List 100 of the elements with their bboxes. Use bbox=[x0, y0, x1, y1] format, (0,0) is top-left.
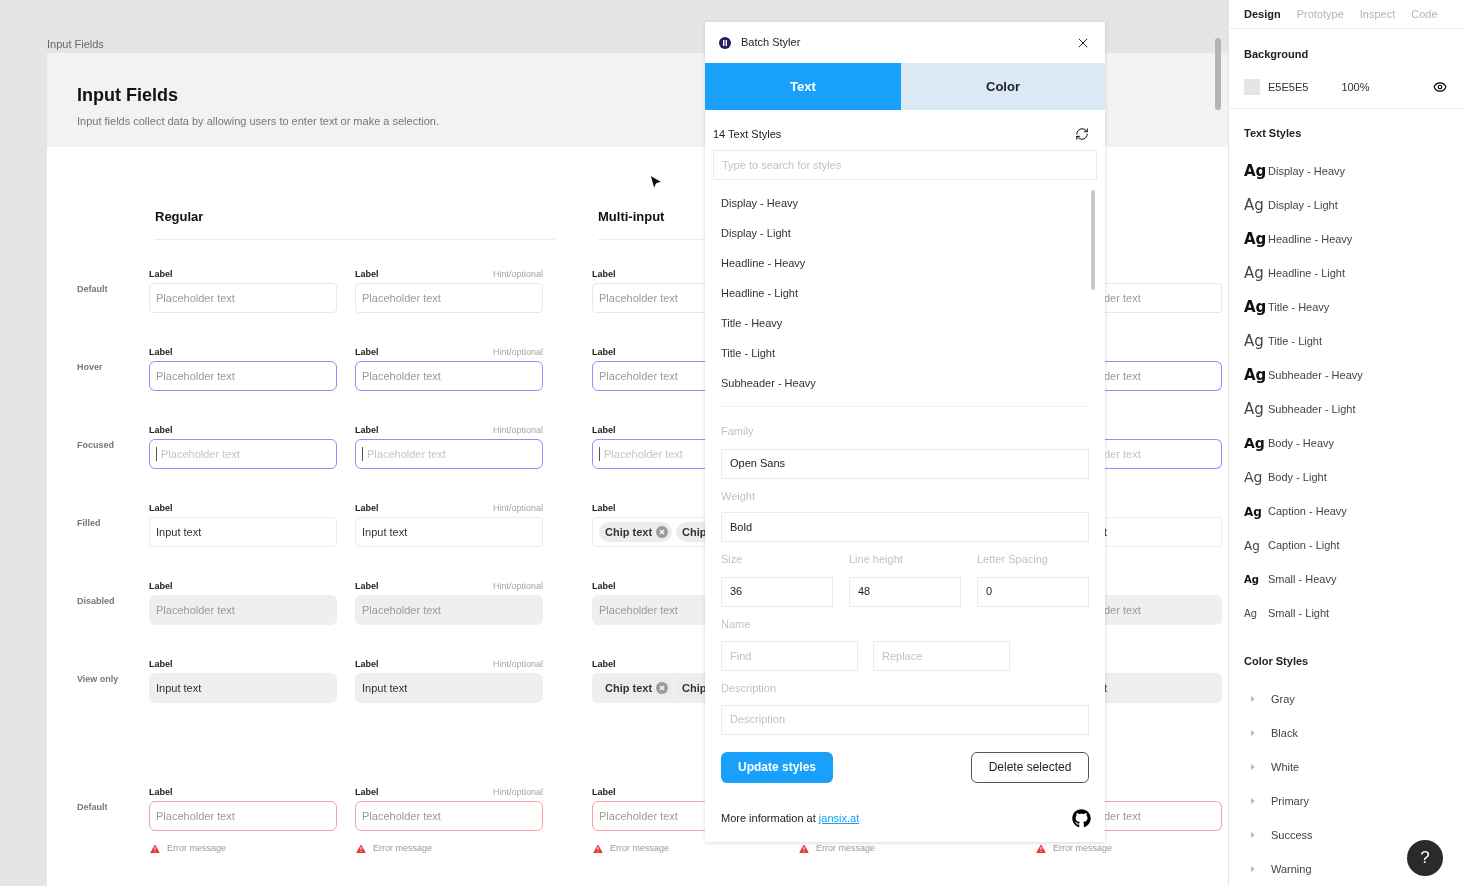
color-style-item[interactable]: Success bbox=[1244, 818, 1364, 852]
input-field[interactable]: Input text bbox=[355, 517, 543, 547]
type-sample: Ag bbox=[1244, 331, 1265, 353]
color-style-item[interactable]: Black bbox=[1244, 716, 1364, 750]
family-field[interactable]: Open Sans bbox=[721, 448, 1089, 479]
text-style-item[interactable]: Ag Body - Light bbox=[1244, 460, 1447, 495]
color-swatch[interactable] bbox=[1244, 79, 1260, 95]
text-style-item[interactable]: Ag Caption - Heavy bbox=[1244, 494, 1447, 529]
text-style-item[interactable]: Ag Subheader - Heavy bbox=[1244, 358, 1447, 393]
color-style-item[interactable]: Primary bbox=[1244, 784, 1364, 818]
text-style-item[interactable]: Ag Small - Heavy bbox=[1244, 562, 1447, 597]
input-field[interactable]: Input text bbox=[149, 673, 337, 703]
help-button[interactable]: ? bbox=[1407, 840, 1443, 876]
warning-icon bbox=[1035, 842, 1047, 855]
text-style-item[interactable]: Ag Headline - Heavy bbox=[1244, 222, 1447, 257]
color-style-item[interactable]: White bbox=[1244, 750, 1364, 784]
field-label: Label bbox=[149, 786, 173, 800]
text-style-item[interactable]: Ag Display - Heavy bbox=[1244, 154, 1447, 189]
hint-text: Hint/optional bbox=[492, 346, 543, 360]
field-label: Label bbox=[355, 658, 379, 672]
field-label: Description bbox=[721, 681, 778, 696]
color-style-item[interactable]: Warning bbox=[1244, 852, 1364, 886]
type-sample: Ag bbox=[1244, 503, 1263, 521]
color-style-item[interactable]: Gray bbox=[1244, 682, 1364, 716]
weight-field[interactable]: Bold bbox=[721, 512, 1089, 542]
field-label: Label bbox=[592, 659, 616, 672]
number-field[interactable]: 48 bbox=[849, 576, 961, 607]
error-message: Error message bbox=[816, 842, 876, 855]
caret-icon[interactable] bbox=[1251, 798, 1255, 804]
field-label: Label bbox=[355, 580, 379, 594]
github-icon[interactable] bbox=[1072, 808, 1091, 828]
text-style-item[interactable]: Ag Display - Light bbox=[1244, 188, 1447, 223]
hint-text: Hint/optional bbox=[492, 786, 543, 800]
caret-icon[interactable] bbox=[1251, 832, 1255, 838]
style-list-item[interactable]: Display - Light bbox=[721, 218, 1089, 248]
text-style-item[interactable]: Ag Caption - Light bbox=[1244, 528, 1447, 563]
type-sample: Ag bbox=[1244, 537, 1261, 555]
hint-text: Hint/optional bbox=[492, 658, 543, 672]
footer-text: More information at jansix.at bbox=[721, 810, 860, 826]
cursor-icon bbox=[649, 174, 663, 191]
style-list-item[interactable]: Title - Light bbox=[721, 338, 1089, 368]
type-sample: Ag bbox=[1244, 434, 1266, 453]
chip-label: Chip text bbox=[605, 680, 653, 696]
text-style-item[interactable]: Ag Title - Light bbox=[1244, 324, 1447, 359]
field-label: Label bbox=[149, 346, 173, 360]
list-scrollbar[interactable] bbox=[1091, 190, 1095, 290]
type-sample: Ag bbox=[1244, 263, 1265, 285]
type-sample: Ag bbox=[1244, 297, 1268, 319]
tab[interactable]: Design bbox=[1244, 5, 1281, 22]
remove-icon[interactable] bbox=[656, 526, 669, 538]
text-style-item[interactable]: Ag Small - Light bbox=[1244, 596, 1447, 631]
style-list-item[interactable]: Headline - Light bbox=[721, 278, 1089, 308]
style-count: 14 Text Styles bbox=[713, 126, 782, 142]
text-style-item[interactable]: Ag Subheader - Light bbox=[1244, 392, 1447, 427]
text-style-item[interactable]: Ag Headline - Light bbox=[1244, 256, 1447, 291]
field-label: Name bbox=[721, 616, 752, 632]
opacity-value[interactable]: 100% bbox=[1341, 78, 1370, 96]
state-label: Disabled bbox=[77, 596, 115, 606]
style-list-item[interactable]: Display - Heavy bbox=[721, 188, 1089, 218]
caret-icon[interactable] bbox=[1251, 764, 1255, 770]
field-label: Label bbox=[149, 502, 173, 516]
chip-label: Chip text bbox=[605, 524, 653, 540]
scrollbar[interactable] bbox=[1215, 38, 1221, 110]
hint-text: Hint/optional bbox=[492, 268, 543, 282]
warning-icon bbox=[355, 842, 367, 855]
visibility-icon[interactable] bbox=[1433, 80, 1447, 94]
tab[interactable]: Color bbox=[901, 63, 1105, 110]
section-heading: Color Styles bbox=[1244, 653, 1310, 669]
input-field[interactable]: Input text bbox=[149, 517, 337, 547]
field-label: Label bbox=[355, 346, 379, 360]
field-label: Size bbox=[721, 552, 744, 567]
error-message: Error message bbox=[167, 842, 227, 855]
state-label: Hover bbox=[77, 362, 103, 372]
remove-icon[interactable] bbox=[656, 682, 669, 694]
field-label: Label bbox=[592, 787, 616, 800]
style-list-item[interactable]: Headline - Heavy bbox=[721, 248, 1089, 278]
error-message: Error message bbox=[1053, 842, 1113, 855]
refresh-icon[interactable] bbox=[1075, 127, 1089, 141]
caret-icon[interactable] bbox=[1251, 730, 1255, 736]
text-style-item[interactable]: Ag Title - Heavy bbox=[1244, 290, 1447, 325]
state-label: Filled bbox=[77, 518, 101, 528]
state-label: Default bbox=[77, 802, 108, 812]
number-field[interactable]: 36 bbox=[721, 576, 833, 607]
warning-icon bbox=[798, 842, 810, 855]
field-label: Label bbox=[592, 269, 616, 282]
hex-value[interactable]: E5E5E5 bbox=[1268, 78, 1309, 96]
field-label: Label bbox=[149, 580, 173, 594]
field-label: Label bbox=[355, 502, 379, 516]
hint-text: Hint/optional bbox=[492, 580, 543, 594]
style-list-item[interactable]: Title - Heavy bbox=[721, 308, 1089, 338]
field-label: Label bbox=[592, 581, 616, 594]
text-style-item[interactable]: Ag Body - Heavy bbox=[1244, 426, 1447, 461]
caret-icon[interactable] bbox=[1251, 696, 1255, 702]
style-list-item[interactable]: Subheader - Heavy bbox=[721, 368, 1089, 398]
number-field[interactable]: 0 bbox=[977, 576, 1089, 607]
caret-icon[interactable] bbox=[1251, 866, 1255, 872]
section-heading: Text Styles bbox=[1244, 126, 1303, 141]
delete-button[interactable]: Delete selected bbox=[971, 751, 1089, 783]
type-sample: Ag bbox=[1244, 229, 1268, 251]
input-field[interactable]: Input text bbox=[355, 673, 543, 703]
